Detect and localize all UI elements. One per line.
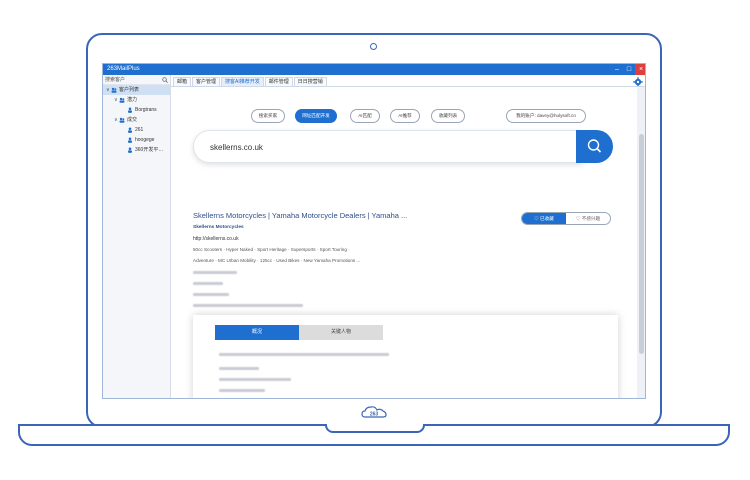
maximize-button[interactable]: □	[623, 64, 635, 75]
tree-item-potential[interactable]: ∨ 潜力	[103, 95, 170, 105]
main-panel: 搜索买家 网址匹配开发 AI匹配 AI推荐 收藏列表 我的账户: davey@h…	[171, 87, 637, 398]
favorited-label: 已收藏	[540, 216, 554, 221]
app-title: 263MailPlus	[107, 66, 140, 72]
result-tags-line-1: 50cc Scooters · Hyper Naked · Sport Heri…	[193, 247, 350, 252]
search-icon[interactable]	[162, 77, 168, 83]
tab-ai-prospecting[interactable]: 搜客AI推荐开发	[221, 77, 264, 86]
person-icon	[128, 147, 132, 153]
not-interested-label: 不感兴趣	[581, 216, 601, 221]
result-company: Skellerns Motorcycles	[193, 225, 244, 230]
not-interested-button[interactable]: ♡ 不感兴趣	[566, 213, 610, 224]
blurred-detail	[219, 353, 389, 356]
module-tabs: 邮箱 客户管理 搜客AI推荐开发 邮件管理 日日搜营销	[171, 75, 645, 87]
laptop-illustration: 263 263MailPlus – □ × 搜索客户 ∨ 客户列表 ∨ 潜力 B…	[0, 0, 750, 480]
tree-item-label: Borgtrans	[135, 107, 157, 113]
tab-overview[interactable]: 概况	[215, 325, 299, 340]
account-badge[interactable]: 我的账户: davey@hulysoft.cn	[506, 109, 586, 123]
tab-marketing[interactable]: 日日搜营销	[293, 77, 327, 86]
laptop-notch	[325, 424, 425, 433]
scrollbar-thumb[interactable]	[639, 134, 644, 354]
blurred-detail	[193, 304, 303, 307]
person-icon	[128, 137, 132, 143]
filter-ai-match[interactable]: AI匹配	[350, 109, 380, 123]
tab-key-people[interactable]: 关键人物	[299, 325, 383, 340]
result-url[interactable]: http://skellerns.co.uk	[193, 236, 239, 242]
tree-item-label: 客户列表	[119, 87, 140, 93]
search-icon	[587, 139, 602, 153]
minimize-button[interactable]: –	[611, 64, 623, 75]
sidebar: 搜索客户 ∨ 客户列表 ∨ 潜力 Borgtrans ∨ 成交 261 hoog…	[103, 75, 171, 398]
brand-cloud-logo-icon: 263	[361, 406, 387, 418]
result-tags-line-2: Adventure · MC Urban Mobility · 125cc · …	[193, 258, 361, 263]
search-input[interactable]	[210, 140, 560, 154]
tree-item-label: hoogege	[135, 137, 155, 143]
filter-url-match[interactable]: 网址匹配开发	[295, 109, 337, 123]
person-icon	[128, 127, 132, 133]
close-button[interactable]: ×	[635, 64, 645, 75]
group-icon	[119, 97, 125, 103]
blurred-detail	[219, 367, 259, 370]
blurred-detail	[219, 389, 265, 392]
tree-item-customers[interactable]: ∨ 客户列表	[103, 85, 170, 95]
tree-item-360[interactable]: 360开发平…	[103, 145, 170, 155]
tree-item-closed[interactable]: ∨ 成交	[103, 115, 170, 125]
tree-item-borgtrans[interactable]: Borgtrans	[103, 105, 170, 115]
sidebar-search[interactable]: 搜索客户	[103, 75, 170, 85]
result-title[interactable]: Skellerns Motorcycles | Yamaha Motorcycl…	[193, 211, 407, 220]
person-icon	[128, 107, 132, 113]
company-detail-card: 概况 关键人物	[193, 315, 618, 398]
svg-text:263: 263	[370, 412, 379, 418]
sidebar-search-label: 搜索客户	[105, 77, 126, 83]
filter-ai-recommend[interactable]: AI推荐	[390, 109, 420, 123]
tree-item-label: 261	[135, 127, 144, 133]
tree-item-label: 成交	[127, 117, 138, 123]
webcam-icon	[370, 43, 377, 50]
search-box	[193, 130, 583, 163]
blurred-detail	[193, 282, 223, 285]
app-window: 263MailPlus – □ × 搜索客户 ∨ 客户列表 ∨ 潜力 Borgt…	[102, 63, 646, 399]
tab-mail-management[interactable]: 邮件管理	[264, 77, 293, 86]
tree-item-hoogege[interactable]: hoogege	[103, 135, 170, 145]
tree-item-label: 潜力	[127, 97, 138, 103]
title-bar: 263MailPlus – □ ×	[103, 64, 645, 75]
filter-search-buyers[interactable]: 搜索买家	[251, 109, 285, 123]
favorited-button[interactable]: ♡ 已收藏	[522, 213, 566, 224]
blurred-detail	[219, 378, 291, 381]
group-icon	[111, 87, 117, 93]
blurred-detail	[193, 293, 229, 296]
tree-item-label: 360开发平…	[135, 147, 164, 153]
group-icon	[119, 117, 125, 123]
search-button[interactable]	[576, 130, 613, 163]
tab-customer-management[interactable]: 客户管理	[192, 77, 221, 86]
favorite-toggle: ♡ 已收藏 ♡ 不感兴趣	[521, 212, 611, 225]
filter-favorites[interactable]: 收藏列表	[431, 109, 465, 123]
blurred-detail	[193, 271, 237, 274]
tree-item-261[interactable]: 261	[103, 125, 170, 135]
tab-mailbox[interactable]: 邮箱	[173, 77, 192, 86]
